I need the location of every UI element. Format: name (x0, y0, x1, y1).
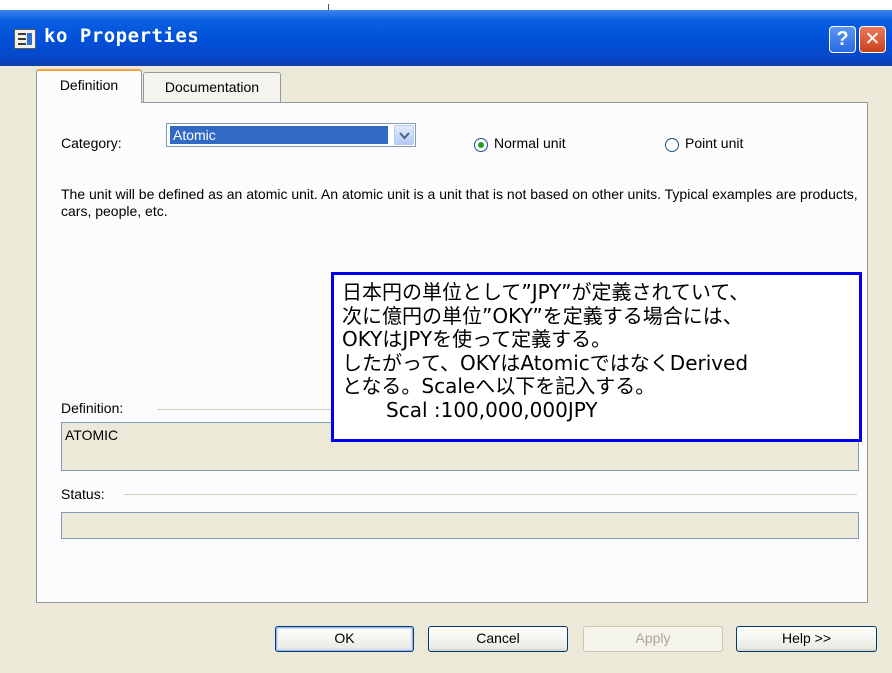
point-unit-label[interactable]: Point unit (685, 135, 743, 151)
status-divider (124, 494, 857, 495)
definition-label: Definition: (61, 400, 124, 416)
help-button[interactable]: Help >> (736, 626, 877, 652)
normal-unit-label[interactable]: Normal unit (494, 135, 566, 151)
status-label: Status: (61, 486, 105, 502)
annotation-line: 日本円の単位として”JPY”が定義されていて、 (342, 280, 750, 304)
annotation-box: 日本円の単位として”JPY”が定義されていて、 次に億円の単位”OKY”を定義す… (331, 272, 862, 442)
normal-unit-radio[interactable] (474, 138, 488, 152)
annotation-line: となる。Scaleへ以下を記入する。 (342, 374, 656, 398)
annotation-line: Scal :100,000,000JPY (386, 397, 598, 422)
cancel-button[interactable]: Cancel (428, 626, 568, 652)
status-field (61, 512, 859, 539)
ok-button[interactable]: OK (275, 626, 414, 652)
definition-divider (157, 409, 331, 410)
category-label: Category: (61, 135, 122, 151)
annotation-line: OKYはJPYを使って定義する。 (342, 327, 612, 351)
category-select[interactable]: Atomic (166, 123, 416, 147)
dropdown-arrow-icon[interactable] (394, 125, 414, 145)
apply-button[interactable]: Apply (583, 626, 723, 652)
annotation-line: 次に億円の単位”OKY”を定義する場合には、 (342, 303, 743, 328)
unit-description: The unit will be defined as an atomic un… (61, 186, 858, 219)
definition-value: ATOMIC (65, 427, 119, 443)
category-selected-value: Atomic (169, 125, 389, 145)
point-unit-radio[interactable] (665, 138, 679, 152)
annotation-line: したがって、OKYはAtomicではなくDerived (342, 350, 749, 375)
